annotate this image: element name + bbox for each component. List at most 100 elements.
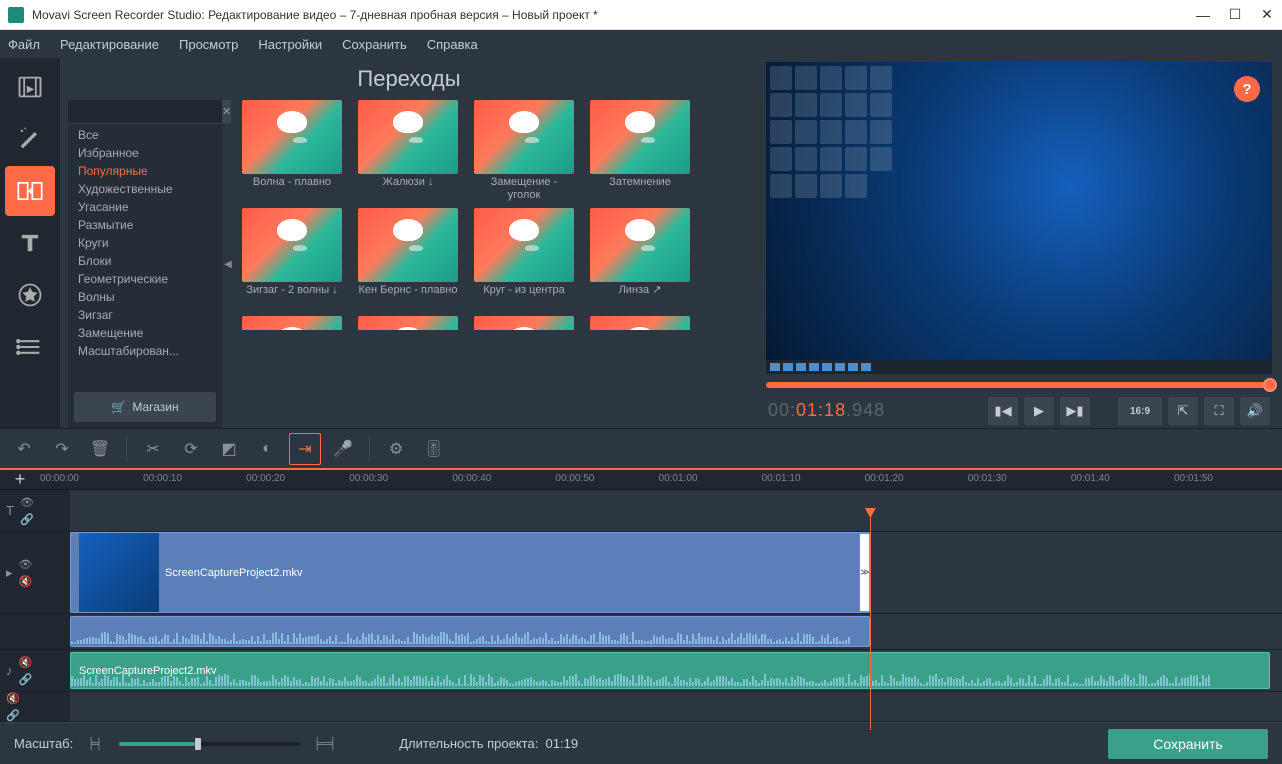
- ruler-tick: 00:00:40: [452, 473, 491, 484]
- next-button[interactable]: ▶▮: [1060, 397, 1090, 425]
- clip-label: ScreenCaptureProject2.mkv: [165, 567, 303, 579]
- playhead[interactable]: [870, 510, 871, 730]
- menu-settings[interactable]: Настройки: [258, 37, 322, 52]
- track-content-audio-linked[interactable]: [70, 614, 1282, 649]
- track-content-audio[interactable]: ScreenCaptureProject2.mkv: [70, 650, 1282, 691]
- tool-more[interactable]: [5, 322, 55, 372]
- transition-thumb[interactable]: [474, 208, 574, 282]
- tool-transitions[interactable]: [5, 166, 55, 216]
- preview-video[interactable]: [766, 62, 1272, 374]
- menu-view[interactable]: Просмотр: [179, 37, 238, 52]
- category-item[interactable]: Зигзаг: [68, 306, 222, 324]
- close-button[interactable]: ✕: [1260, 8, 1274, 22]
- clip-properties-button[interactable]: ⚙: [380, 433, 412, 465]
- timeline-ruler[interactable]: + 00:00:0000:00:1000:00:2000:00:3000:00:…: [0, 468, 1282, 490]
- track-content-video[interactable]: ScreenCaptureProject2.mkv ≫: [70, 532, 1282, 613]
- zoom-thumb[interactable]: [195, 738, 201, 750]
- transition-thumb[interactable]: [590, 100, 690, 174]
- tool-media[interactable]: [5, 62, 55, 112]
- mute-icon[interactable]: 🔇: [19, 656, 33, 669]
- transition-thumb[interactable]: [242, 208, 342, 282]
- menu-file[interactable]: Файл: [8, 37, 40, 52]
- category-item[interactable]: Все: [68, 126, 222, 144]
- transition-thumb[interactable]: [358, 100, 458, 174]
- tool-filters[interactable]: [5, 114, 55, 164]
- help-button[interactable]: ?: [1234, 76, 1260, 102]
- transition-thumb[interactable]: [590, 208, 690, 282]
- scrub-bar[interactable]: [766, 382, 1272, 388]
- add-track-button[interactable]: +: [0, 470, 40, 489]
- maximize-button[interactable]: ☐: [1228, 8, 1242, 22]
- aspect-ratio-button[interactable]: 16:9: [1118, 397, 1162, 425]
- scrub-handle[interactable]: [1263, 378, 1277, 392]
- category-item[interactable]: Замещение: [68, 324, 222, 342]
- link-icon[interactable]: 🔗: [20, 513, 34, 526]
- category-item[interactable]: Геометрические: [68, 270, 222, 288]
- trim-handle[interactable]: ≫: [859, 533, 870, 612]
- category-list: ВсеИзбранноеПопулярныеХудожественныеУгас…: [68, 124, 222, 388]
- zoom-slider[interactable]: [119, 742, 299, 746]
- category-item[interactable]: Круги: [68, 234, 222, 252]
- link-icon[interactable]: 🔗: [6, 709, 20, 722]
- ruler-tick: 00:01:40: [1071, 473, 1110, 484]
- transition-thumb[interactable]: [474, 100, 574, 174]
- category-item[interactable]: Художественные: [68, 180, 222, 198]
- category-item[interactable]: Размытие: [68, 216, 222, 234]
- tool-stickers[interactable]: [5, 270, 55, 320]
- visibility-icon[interactable]: 👁: [20, 496, 34, 509]
- mute-icon[interactable]: 🔇: [19, 575, 33, 588]
- audio-properties-button[interactable]: 🎚: [418, 433, 450, 465]
- transition-thumb[interactable]: [242, 316, 342, 330]
- minimize-button[interactable]: —: [1196, 8, 1210, 22]
- volume-button[interactable]: 🔊: [1240, 397, 1270, 425]
- crop-button[interactable]: ◩: [213, 433, 245, 465]
- cut-button[interactable]: ✂: [137, 433, 169, 465]
- category-item[interactable]: Блоки: [68, 252, 222, 270]
- audio-clip[interactable]: ScreenCaptureProject2.mkv: [70, 652, 1270, 689]
- transition-thumb[interactable]: [474, 316, 574, 330]
- category-sidebar: ✕ ВсеИзбранноеПопулярныеХудожественныеУг…: [68, 100, 222, 428]
- prev-button[interactable]: ▮◀: [988, 397, 1018, 425]
- link-icon[interactable]: 🔗: [19, 673, 33, 686]
- category-item[interactable]: Популярные: [68, 162, 222, 180]
- video-clip[interactable]: ScreenCaptureProject2.mkv ≫: [70, 532, 870, 613]
- tool-titles[interactable]: [5, 218, 55, 268]
- track-content-extra[interactable]: [70, 692, 1282, 721]
- rotate-button[interactable]: ⟳: [175, 433, 207, 465]
- visibility-icon[interactable]: 👁: [19, 558, 33, 571]
- fullscreen-button[interactable]: ⛶: [1204, 397, 1234, 425]
- menu-help[interactable]: Справка: [427, 37, 478, 52]
- record-mic-button[interactable]: 🎤: [327, 433, 359, 465]
- track-content-titles[interactable]: [70, 490, 1282, 531]
- transition-wizard-button[interactable]: ⇥: [289, 433, 321, 465]
- zoom-in-icon[interactable]: ╞═╡: [313, 738, 331, 750]
- transition-thumb[interactable]: [358, 208, 458, 282]
- track-extra: 🔇🔗: [0, 692, 1282, 722]
- redo-button[interactable]: ↷: [46, 433, 78, 465]
- transition-thumb[interactable]: [358, 316, 458, 330]
- shop-button[interactable]: 🛒 Магазин: [74, 392, 216, 422]
- save-button[interactable]: Сохранить: [1108, 729, 1268, 759]
- category-item[interactable]: Волны: [68, 288, 222, 306]
- play-button[interactable]: ▶: [1024, 397, 1054, 425]
- zoom-out-icon[interactable]: ╞╡: [87, 738, 105, 750]
- window-titlebar: Movavi Screen Recorder Studio: Редактиро…: [0, 0, 1282, 30]
- app-icon: [8, 7, 24, 23]
- category-item[interactable]: Угасание: [68, 198, 222, 216]
- search-input[interactable]: [68, 100, 222, 123]
- collapse-handle[interactable]: ◀: [222, 234, 234, 294]
- audio-clip-linked[interactable]: [70, 616, 870, 647]
- transition-thumb[interactable]: [242, 100, 342, 174]
- delete-button[interactable]: 🗑: [84, 433, 116, 465]
- menu-edit[interactable]: Редактирование: [60, 37, 159, 52]
- category-item[interactable]: Масштабирован...: [68, 342, 222, 360]
- popout-button[interactable]: ⇱: [1168, 397, 1198, 425]
- mute-icon[interactable]: 🔇: [6, 692, 20, 705]
- menu-save[interactable]: Сохранить: [342, 37, 407, 52]
- search-clear-button[interactable]: ✕: [222, 100, 231, 123]
- color-button[interactable]: ◐: [251, 433, 283, 465]
- category-item[interactable]: Избранное: [68, 144, 222, 162]
- transition-thumb[interactable]: [590, 316, 690, 330]
- ruler-tick: 00:01:10: [762, 473, 801, 484]
- undo-button[interactable]: ↶: [8, 433, 40, 465]
